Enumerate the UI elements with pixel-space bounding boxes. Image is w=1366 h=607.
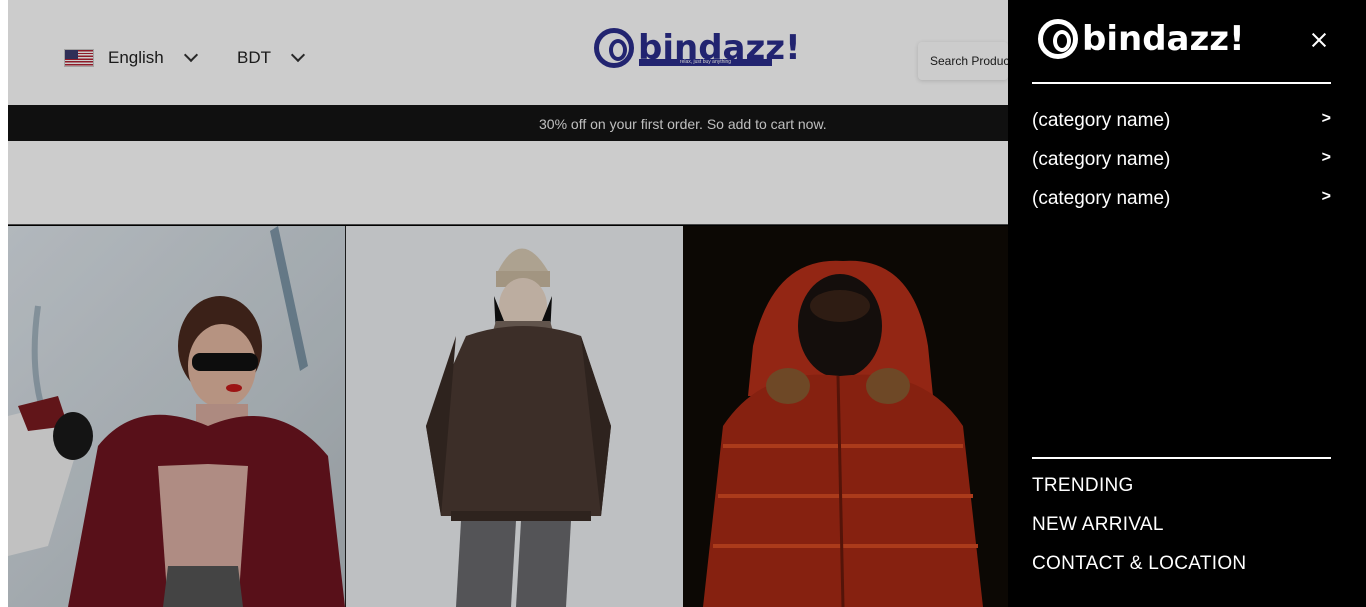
drawer-divider-top (1032, 82, 1331, 84)
brand-logo-icon (1038, 19, 1078, 59)
page: English BDT bindazz! relax, just buy any… (0, 0, 1366, 607)
red-puffer-figure (703, 260, 983, 607)
brand-logo[interactable]: bindazz! relax, just buy anything (594, 28, 801, 68)
chevron-right-icon: > (1321, 149, 1331, 166)
brown-jacket-figure (426, 248, 611, 607)
category-label: (category name) (1032, 149, 1171, 170)
site-header: English BDT bindazz! relax, just buy any… (8, 0, 1008, 105)
product-image-brown-jacket[interactable] (346, 226, 683, 607)
category-label: (category name) (1032, 188, 1171, 209)
chevron-right-icon: > (1321, 110, 1331, 127)
product-image-red-puffer[interactable] (683, 226, 1008, 607)
category-label: (category name) (1032, 110, 1171, 131)
currency-selector[interactable]: BDT (237, 47, 306, 68)
language-selector[interactable]: English (64, 47, 198, 68)
category-item[interactable]: (category name) > (1032, 110, 1331, 132)
product-image-red-coat[interactable] (8, 226, 345, 607)
drawer-divider-bottom (1032, 457, 1331, 459)
search-input[interactable]: Search Products (918, 42, 1008, 80)
promo-text: 30% off on your first order. So add to c… (539, 116, 827, 132)
category-item[interactable]: (category name) > (1032, 149, 1331, 171)
brand-tagline: relax, just buy anything (639, 59, 772, 66)
red-coat-figure (8, 226, 345, 607)
category-item[interactable]: (category name) > (1032, 188, 1331, 210)
nav-link-trending[interactable]: TRENDING (1032, 475, 1134, 497)
drawer-brand-name: bindazz! (1082, 19, 1245, 59)
drawer-brand-logo[interactable]: bindazz! (1038, 19, 1245, 59)
currency-label: BDT (237, 48, 271, 67)
chevron-right-icon: > (1321, 188, 1331, 205)
promo-bar: 30% off on your first order. So add to c… (8, 105, 1008, 141)
us-flag-icon (64, 49, 94, 67)
left-edge (0, 0, 8, 607)
language-label: English (108, 48, 164, 67)
close-icon[interactable] (1308, 29, 1330, 51)
nav-link-new-arrival[interactable]: NEW ARRIVAL (1032, 514, 1164, 536)
side-drawer: bindazz! (category name) > (category nam… (1008, 0, 1366, 607)
nav-link-contact-location[interactable]: CONTACT & LOCATION (1032, 553, 1246, 575)
chevron-down-icon (183, 47, 198, 63)
chevron-down-icon (290, 47, 306, 63)
spacer-section (8, 141, 1008, 225)
brand-logo-icon (594, 28, 634, 68)
